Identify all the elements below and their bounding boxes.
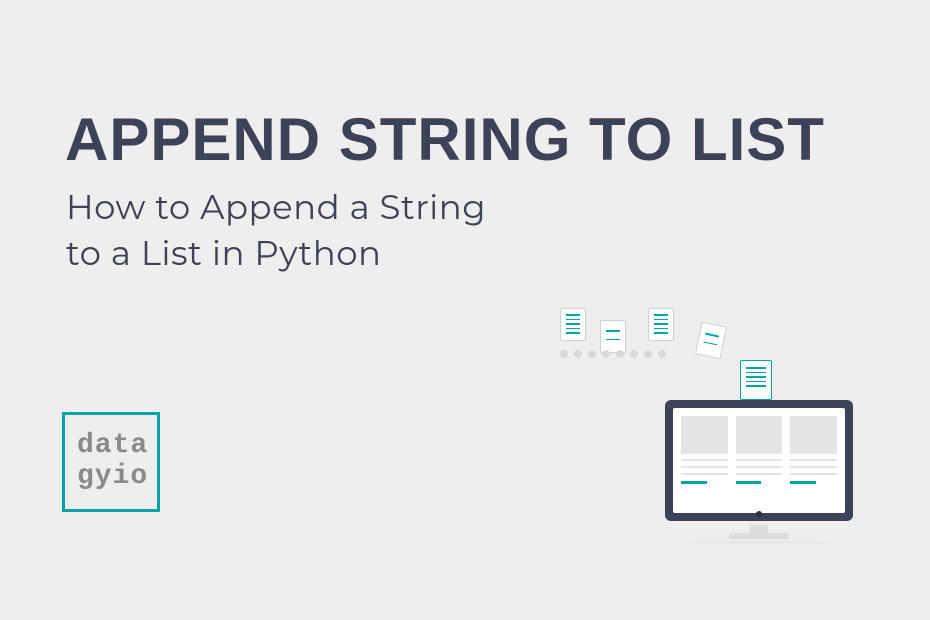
page-title: APPEND STRING TO LIST [65,105,825,174]
document-icon [600,320,626,353]
page-subtitle: How to Append a String to a List in Pyth… [66,185,486,277]
document-icon [695,322,727,360]
document-icon [648,308,674,341]
dots-row [560,350,666,358]
datagy-logo: data gyio [62,412,160,512]
screen-card [736,416,783,505]
illustration [500,300,880,580]
monitor-illustration [665,400,853,535]
subtitle-line-2: to a List in Python [66,231,486,277]
document-icon-large [740,360,772,400]
logo-text-line-1: data [77,431,145,462]
document-icon [560,308,586,341]
subtitle-line-1: How to Append a String [66,185,486,231]
logo-text-line-2: gyio [77,462,145,493]
screen-card [681,416,728,505]
screen-card [790,416,837,505]
